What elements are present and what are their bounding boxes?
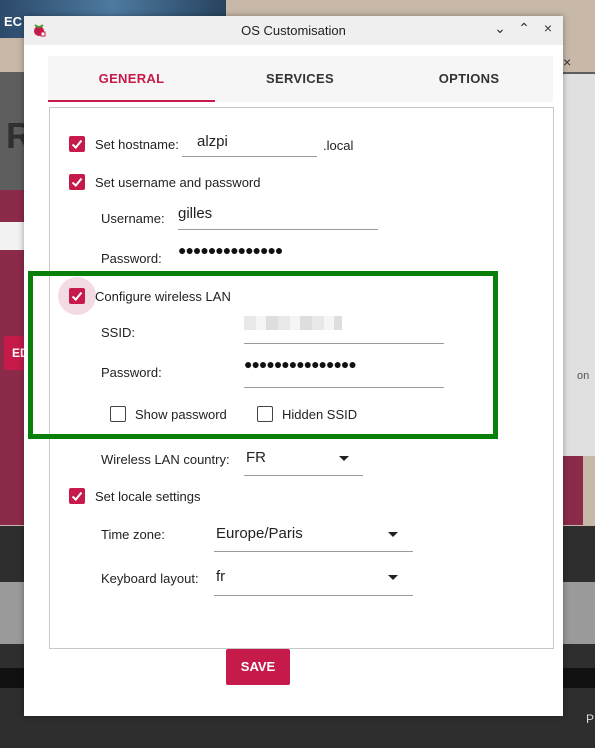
close-icon[interactable]: × — [539, 20, 557, 36]
keyboard-select[interactable]: fr — [216, 568, 225, 585]
timezone-label: Time zone: — [101, 527, 165, 542]
country-underline — [244, 475, 363, 476]
chevron-down-icon[interactable] — [388, 532, 398, 537]
locale-checkbox[interactable] — [69, 488, 85, 504]
user-password-label: Password: — [101, 251, 162, 266]
chevron-down-icon[interactable] — [339, 456, 349, 461]
check-icon — [71, 177, 83, 187]
timezone-select[interactable]: Europe/Paris — [216, 525, 303, 542]
maximize-icon[interactable]: ⌃ — [515, 20, 533, 37]
hostname-underline — [182, 156, 317, 157]
dialog-title: OS Customisation — [241, 23, 346, 38]
locale-label: Set locale settings — [95, 489, 201, 504]
tab-general[interactable]: GENERAL — [48, 56, 215, 102]
country-select[interactable]: FR — [246, 449, 266, 466]
hostname-label: Set hostname: — [95, 137, 179, 152]
username-label: Username: — [101, 211, 165, 226]
user-password-input[interactable]: ●●●●●●●●●●●●●● — [178, 242, 378, 258]
active-tab-indicator — [48, 100, 215, 102]
keyboard-label: Keyboard layout: — [101, 571, 199, 586]
hostname-checkbox[interactable] — [69, 136, 85, 152]
background-side-panel — [563, 74, 595, 456]
user-checkbox[interactable] — [69, 174, 85, 190]
check-icon — [71, 139, 83, 149]
tab-services[interactable]: SERVICES — [215, 56, 385, 102]
country-label: Wireless LAN country: — [101, 452, 230, 467]
background-side-text: on — [577, 370, 590, 382]
highlight-box — [28, 271, 498, 439]
timezone-underline — [214, 551, 413, 552]
chevron-down-icon[interactable] — [388, 575, 398, 580]
user-label: Set username and password — [95, 175, 261, 190]
check-icon — [71, 491, 83, 501]
background-corner-text: P — [586, 712, 595, 726]
keyboard-underline — [214, 595, 413, 596]
hostname-suffix: .local — [323, 138, 354, 153]
tab-bar: GENERAL SERVICES OPTIONS — [48, 56, 553, 102]
username-input[interactable]: gilles — [178, 205, 212, 222]
save-button[interactable]: SAVE — [226, 649, 290, 685]
hostname-input[interactable]: alzpi — [197, 133, 228, 150]
username-underline — [178, 229, 378, 230]
minimize-icon[interactable]: ⌄ — [491, 20, 509, 37]
tab-options[interactable]: OPTIONS — [385, 56, 553, 102]
background-photo-label: EC — [4, 14, 23, 29]
title-bar: OS Customisation ⌄ ⌃ × — [24, 16, 563, 45]
background-close-icon[interactable]: × — [563, 54, 571, 70]
